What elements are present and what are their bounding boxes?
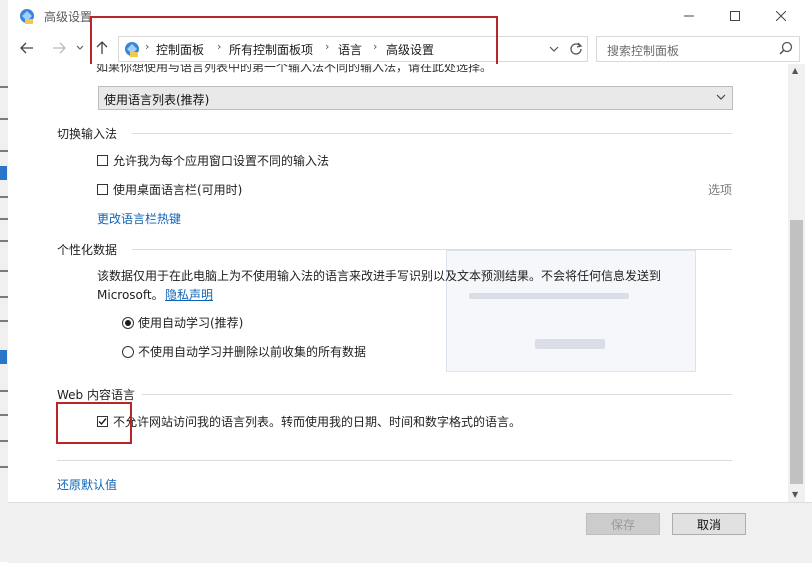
strip-mark <box>0 196 8 198</box>
refresh-icon[interactable] <box>569 41 583 55</box>
options-link[interactable]: 选项 <box>708 181 732 198</box>
strip-mark <box>0 414 8 416</box>
strip-mark <box>0 296 8 298</box>
strip-mark <box>0 270 8 272</box>
back-arrow-icon <box>20 42 33 54</box>
annotation-highlight-checkbox <box>56 402 132 444</box>
save-button[interactable]: 保存 <box>586 513 660 535</box>
strip-mark <box>0 320 8 322</box>
search-icon <box>779 41 793 55</box>
close-icon <box>776 11 786 21</box>
maximize-icon <box>730 11 740 21</box>
web-language-privacy-label: 不允许网站访问我的语言列表。转而使用我的日期、时间和数字格式的语言。 <box>113 415 522 429</box>
strip-mark <box>0 150 8 152</box>
forward-arrow-icon <box>53 42 66 54</box>
desktop-language-bar-label: 使用桌面语言栏(可用时) <box>113 183 243 197</box>
forward-button[interactable] <box>48 38 70 58</box>
minimize-button[interactable] <box>666 0 712 32</box>
search-input[interactable]: 搜索控制面板 <box>596 36 800 62</box>
vertical-scrollbar[interactable]: ▲ ▼ <box>788 64 805 502</box>
no-auto-learning-radio[interactable] <box>122 346 134 358</box>
strip-highlight <box>0 166 7 180</box>
per-app-input-label: 允许我为每个应用窗口设置不同的输入法 <box>113 154 330 168</box>
ghost-line <box>535 339 605 349</box>
scroll-down-icon[interactable]: ▼ <box>792 490 798 499</box>
chevron-down-icon[interactable] <box>549 45 559 53</box>
dialog-button-bar: 保存 取消 <box>8 502 812 563</box>
section-title-switch-input: 切换输入法 <box>57 127 118 141</box>
section-title-personalization: 个性化数据 <box>57 243 118 257</box>
section-divider <box>132 133 732 134</box>
change-hotkey-link[interactable]: 更改语言栏热键 <box>97 210 181 227</box>
recent-locations-button[interactable] <box>74 38 86 58</box>
restore-defaults-link[interactable]: 还原默认值 <box>57 476 117 493</box>
control-panel-icon <box>20 9 34 24</box>
maximize-button[interactable] <box>712 0 758 32</box>
input-method-select[interactable]: 使用语言列表(推荐) <box>98 86 733 110</box>
strip-mark <box>0 440 8 442</box>
section-title-web-content: Web 内容语言 <box>57 388 135 402</box>
strip-highlight <box>0 350 7 364</box>
no-auto-learning-label: 不使用自动学习并删除以前收集的所有数据 <box>138 345 367 359</box>
strip-mark <box>0 240 8 242</box>
window-title: 高级设置 <box>44 10 93 24</box>
search-placeholder: 搜索控制面板 <box>607 44 680 58</box>
chevron-down-icon <box>76 45 84 50</box>
personalization-description: 该数据仅用于在此电脑上为不使用输入法的语言来改进手写识别以及文本预测结果。不会将… <box>97 269 662 283</box>
section-divider <box>142 394 732 395</box>
scroll-up-icon[interactable]: ▲ <box>792 66 798 75</box>
per-app-input-checkbox[interactable] <box>97 155 108 166</box>
scroll-thumb[interactable] <box>790 220 803 484</box>
auto-learning-label: 使用自动学习(推荐) <box>138 316 244 330</box>
radio-selected-dot <box>125 320 131 326</box>
select-value: 使用语言列表(推荐) <box>104 93 210 107</box>
strip-mark <box>0 218 8 220</box>
privacy-statement-link[interactable]: 隐私声明 <box>165 286 213 303</box>
section-divider <box>57 460 732 461</box>
strip-mark <box>0 390 8 392</box>
desktop-language-bar-checkbox[interactable] <box>97 184 108 195</box>
strip-mark <box>0 118 8 120</box>
ghost-line <box>469 293 629 299</box>
chevron-down-icon <box>716 94 726 100</box>
personalization-description-end: Microsoft。 <box>97 288 164 302</box>
minimize-icon <box>684 15 694 17</box>
auto-learning-radio[interactable] <box>122 317 134 329</box>
strip-mark <box>0 86 8 88</box>
back-button[interactable] <box>16 38 38 58</box>
partial-description: 如果你想使用与语言列表中的第一个输入法不同的输入法，请在此处选择。 <box>96 64 493 74</box>
close-button[interactable] <box>758 0 804 32</box>
strip-mark <box>0 466 8 468</box>
cancel-button[interactable]: 取消 <box>672 513 746 535</box>
